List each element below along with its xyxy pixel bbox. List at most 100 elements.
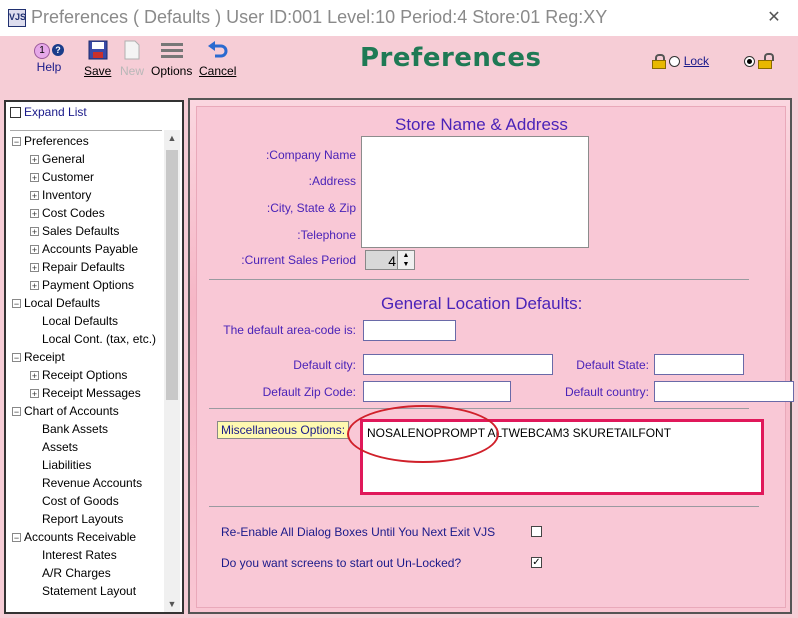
tree-item[interactable]: Interest Rates [30, 546, 117, 564]
default-zip-label: Default Zip Code: [262, 385, 356, 399]
expand-icon[interactable]: + [30, 155, 39, 165]
collapse-icon[interactable]: − [12, 407, 21, 417]
collapse-icon[interactable]: − [12, 533, 21, 543]
tree-item[interactable]: Local Cont. (tax, etc.) [30, 330, 156, 348]
tree-group[interactable]: − Accounts Receivable [12, 528, 136, 546]
tree-item[interactable]: + Accounts Payable [30, 240, 138, 258]
tree-item[interactable]: Local Defaults [30, 312, 118, 330]
unlock-radio[interactable] [743, 56, 755, 68]
expand-icon[interactable]: + [30, 245, 39, 255]
tree-item[interactable]: Bank Assets [30, 420, 108, 438]
tree-item[interactable]: Liabilities [30, 456, 91, 474]
tree-item[interactable]: Statement Layout [30, 582, 136, 600]
expand-icon[interactable]: + [30, 173, 39, 183]
scroll-down-icon[interactable]: ▼ [164, 596, 180, 612]
tree-item[interactable]: + Customer [30, 168, 94, 186]
tree-item[interactable]: + Repair Defaults [30, 258, 125, 276]
expand-icon[interactable]: + [30, 263, 39, 273]
tree-item-label: Payment Options [42, 278, 135, 292]
title-bar: VJS Preferences ( Defaults ) User ID:001… [0, 0, 798, 37]
tree-item-label: Local Cont. (tax, etc.) [42, 332, 157, 346]
tree-item[interactable]: + General [30, 150, 85, 168]
tree-item[interactable]: Report Layouts [30, 510, 123, 528]
lock-radio[interactable] [669, 56, 681, 68]
section-divider [209, 279, 749, 280]
lock-label: Lock [683, 54, 710, 68]
save-button[interactable]: Save [84, 40, 111, 78]
default-state-input[interactable] [654, 354, 744, 375]
collapse-icon[interactable]: − [12, 137, 21, 147]
default-country-label: Default country: [564, 385, 649, 399]
close-button[interactable]: ✕ [760, 6, 788, 30]
tree-group[interactable]: − Receipt [12, 348, 65, 366]
tree-group[interactable]: − Preferences [12, 132, 89, 150]
tree-item-label: Assets [42, 440, 79, 454]
expand-icon[interactable]: + [30, 281, 39, 291]
expand-icon[interactable]: + [30, 371, 39, 381]
lock-icon [652, 54, 666, 70]
tree-item[interactable]: + Receipt Messages [30, 384, 141, 402]
default-state-label: Default State: [576, 358, 649, 372]
default-zip-input[interactable] [363, 381, 511, 402]
section-divider-2 [209, 408, 749, 409]
area-code-input[interactable] [363, 320, 456, 341]
unlock-icon [758, 53, 775, 70]
expand-list-checkbox[interactable] [10, 107, 21, 119]
tree-item[interactable]: A/R Charges [30, 564, 111, 582]
tree-scrollbar[interactable]: ▲ ▼ [164, 130, 180, 612]
default-city-label: Default city: [293, 358, 356, 372]
collapse-icon[interactable]: − [12, 299, 21, 309]
reenable-dialogs-checkbox[interactable] [531, 526, 542, 537]
store-address-box[interactable] [361, 136, 589, 248]
lock-controls: Lock [652, 53, 776, 78]
tree-item[interactable]: + Cost Codes [30, 204, 105, 222]
collapse-icon[interactable]: − [12, 353, 21, 363]
expand-icon[interactable]: + [30, 227, 39, 237]
app-icon: VJS [8, 9, 26, 27]
sales-period-value: 4 [388, 253, 396, 269]
tree-item[interactable]: Revenue Accounts [30, 474, 142, 492]
options-button[interactable]: Options [151, 40, 192, 78]
tree-item-label: Interest Rates [42, 548, 117, 562]
expand-icon[interactable]: + [30, 209, 39, 219]
tree-item-label: Bank Assets [42, 422, 109, 436]
tree-group[interactable]: − Local Defaults [12, 294, 100, 312]
tree-item-label: General [42, 152, 85, 166]
tree-item-label: Preferences [24, 134, 89, 148]
expand-list-label: Expand List [24, 105, 87, 119]
tree-item-label: Receipt [24, 350, 65, 364]
tree-item-label: A/R Charges [42, 566, 111, 580]
stepper-up-icon[interactable]: ▲ [398, 251, 414, 260]
help-button[interactable]: 1? Help [34, 42, 64, 74]
save-label: Save [84, 64, 112, 78]
expand-icon[interactable]: + [30, 191, 39, 201]
area-code-label: The default area-code is: [223, 323, 356, 337]
new-document-icon [124, 40, 140, 60]
tree-item[interactable]: + Sales Defaults [30, 222, 119, 240]
tree-item[interactable]: + Inventory [30, 186, 91, 204]
expand-list-control[interactable]: Expand List [10, 105, 87, 119]
tree-item-label: Liabilities [42, 458, 92, 472]
scrollbar-thumb[interactable] [166, 150, 178, 400]
tree-item[interactable]: + Payment Options [30, 276, 134, 294]
stepper-down-icon[interactable]: ▼ [398, 260, 414, 269]
start-unlocked-checkbox[interactable]: ✓ [531, 557, 542, 568]
default-city-input[interactable] [363, 354, 553, 375]
tree-item-label: Repair Defaults [42, 260, 125, 274]
expand-icon[interactable]: + [30, 389, 39, 399]
window-title: Preferences ( Defaults ) User ID:001 Lev… [31, 7, 608, 27]
scroll-up-icon[interactable]: ▲ [164, 130, 180, 146]
tree-item[interactable]: + Receipt Options [30, 366, 127, 384]
help-label: Help [36, 60, 62, 74]
cancel-button[interactable]: Cancel [199, 40, 236, 78]
tree-item-label: Cost of Goods [42, 494, 119, 508]
default-country-input[interactable] [654, 381, 794, 402]
tree-group[interactable]: − Chart of Accounts [12, 402, 119, 420]
start-unlocked-label: Do you want screens to start out Un-Lock… [221, 556, 462, 570]
tree-item-label: Receipt Options [42, 368, 128, 382]
tree-item[interactable]: Cost of Goods [30, 492, 119, 510]
tree-item[interactable]: Assets [30, 438, 78, 456]
help-icon: ? [52, 44, 64, 56]
sales-period-stepper[interactable]: 4 ▲ ▼ [365, 250, 415, 270]
tree-item-label: Statement Layout [42, 584, 137, 598]
